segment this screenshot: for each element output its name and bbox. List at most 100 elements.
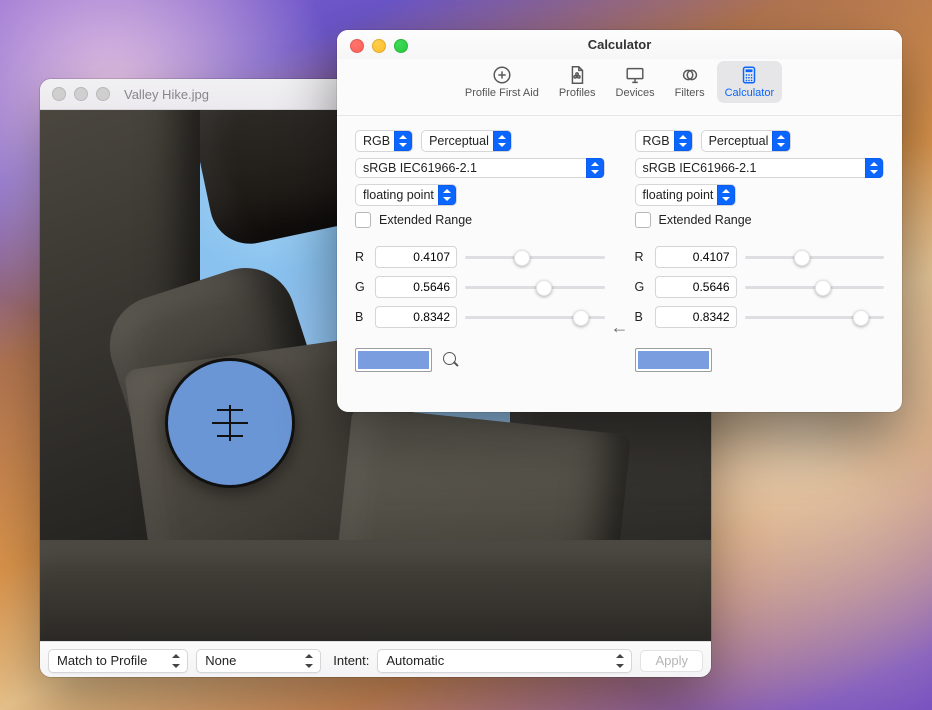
intent-popup[interactable]: Automatic (377, 649, 632, 673)
right-number-format-popup[interactable]: floating point (635, 184, 737, 206)
right-channel-slider[interactable] (745, 278, 885, 296)
slider-knob[interactable] (514, 250, 530, 266)
left-channel-value-field[interactable] (375, 306, 457, 328)
left-render-intent-label: Perceptual (429, 134, 489, 148)
slider-knob[interactable] (794, 250, 810, 266)
right-extended-range-checkbox[interactable] (635, 212, 651, 228)
right-render-intent-label: Perceptual (709, 134, 769, 148)
right-channel-row: R (635, 246, 885, 268)
right-render-intent-popup[interactable]: Perceptual (701, 130, 792, 152)
left-color-model-label: RGB (363, 134, 390, 148)
right-channel-slider[interactable] (745, 248, 885, 266)
right-channel-name: B (635, 310, 647, 324)
popup-caret-icon (772, 131, 790, 151)
apply-button[interactable]: Apply (640, 650, 703, 672)
popup-caret-icon (717, 185, 735, 205)
minimize-icon[interactable] (372, 39, 386, 53)
conversion-direction[interactable]: ← (605, 130, 635, 372)
overlap-icon (677, 63, 703, 87)
zoom-icon[interactable] (394, 39, 408, 53)
right-channel-value-field[interactable] (655, 306, 737, 328)
right-color-swatch (635, 348, 712, 372)
calculator-icon (736, 63, 762, 87)
updown-icon (613, 652, 627, 670)
right-channel-value-field[interactable] (655, 276, 737, 298)
toolbar-item-label: Profiles (559, 87, 596, 99)
left-channel-name: B (355, 310, 367, 324)
mode-popup-label: Match to Profile (57, 653, 147, 668)
minimize-icon[interactable] (74, 87, 88, 101)
popup-caret-icon (394, 131, 412, 151)
image-viewer-footer: Match to Profile None Intent: Automatic … (40, 641, 711, 677)
toolbar-item-label: Calculator (725, 87, 775, 99)
colorsync-calculator-window: Calculator Profile First Aid Profiles Devi… (337, 30, 902, 412)
left-channel-row: B (355, 306, 605, 328)
arrow-left-icon: ← (611, 317, 629, 338)
calculator-toolbar: Profile First Aid Profiles Devices Filters C… (337, 59, 902, 115)
left-channel-value-field[interactable] (375, 246, 457, 268)
traffic-lights (350, 39, 408, 53)
calculator-body: RGB Perceptual sRGB IEC61966-2.1 floatin… (337, 116, 902, 386)
close-icon[interactable] (350, 39, 364, 53)
left-extended-range-label: Extended Range (379, 213, 472, 227)
slider-knob[interactable] (815, 280, 831, 296)
toolbar-filters[interactable]: Filters (667, 61, 713, 103)
right-channel-value-field[interactable] (655, 246, 737, 268)
right-number-format-label: floating point (643, 188, 714, 202)
right-channel-slider[interactable] (745, 308, 885, 326)
left-channel-slider[interactable] (465, 308, 605, 326)
eyedropper-magnifier-icon[interactable] (442, 351, 460, 369)
traffic-lights-inactive[interactable] (52, 87, 110, 101)
left-number-format-label: floating point (363, 188, 434, 202)
left-channel-slider[interactable] (465, 278, 605, 296)
right-color-panel: RGB Perceptual sRGB IEC61966-2.1 floatin… (635, 130, 885, 372)
toolbar-item-label: Devices (616, 87, 655, 99)
left-channel-row: G (355, 276, 605, 298)
left-channel-value-field[interactable] (375, 276, 457, 298)
slider-knob[interactable] (536, 280, 552, 296)
left-channel-row: R (355, 246, 605, 268)
toolbar-profiles[interactable]: Profiles (551, 61, 604, 103)
right-profile-popup[interactable]: sRGB IEC61966-2.1 (635, 158, 885, 178)
left-render-intent-popup[interactable]: Perceptual (421, 130, 512, 152)
left-number-format-popup[interactable]: floating point (355, 184, 457, 206)
right-color-model-popup[interactable]: RGB (635, 130, 693, 152)
slider-track (465, 286, 605, 289)
toolbar-calculator[interactable]: Calculator (717, 61, 783, 103)
intent-label: Intent: (333, 653, 369, 668)
left-color-swatch (355, 348, 432, 372)
updown-icon (169, 652, 183, 670)
color-sample-loupe[interactable] (165, 358, 295, 488)
left-extended-range-checkbox[interactable] (355, 212, 371, 228)
slider-track (465, 256, 605, 259)
slider-track (745, 256, 885, 259)
popup-caret-icon (438, 185, 456, 205)
zoom-icon[interactable] (96, 87, 110, 101)
left-color-model-popup[interactable]: RGB (355, 130, 413, 152)
left-profile-popup[interactable]: sRGB IEC61966-2.1 (355, 158, 605, 178)
left-channel-slider[interactable] (465, 248, 605, 266)
crosshair-icon (212, 422, 248, 424)
profile-popup[interactable]: None (196, 649, 321, 673)
popup-caret-icon (493, 131, 511, 151)
left-channel-name: R (355, 250, 367, 264)
toolbar-profile-first-aid[interactable]: Profile First Aid (457, 61, 547, 103)
calculator-window-title: Calculator (588, 37, 652, 52)
updown-icon (302, 652, 316, 670)
left-channel-name: G (355, 280, 367, 294)
toolbar-item-label: Filters (675, 87, 705, 99)
close-icon[interactable] (52, 87, 66, 101)
plus-circle-icon (489, 63, 515, 87)
right-channel-name: R (635, 250, 647, 264)
toolbar-devices[interactable]: Devices (608, 61, 663, 103)
calculator-titlebar[interactable]: Calculator (337, 30, 902, 59)
right-channel-row: G (635, 276, 885, 298)
popup-caret-icon (674, 131, 692, 151)
mode-popup[interactable]: Match to Profile (48, 649, 188, 673)
slider-knob[interactable] (853, 310, 869, 326)
right-channel-row: B (635, 306, 885, 328)
right-profile-label: sRGB IEC61966-2.1 (643, 161, 862, 175)
right-color-model-label: RGB (643, 134, 670, 148)
slider-track (745, 286, 885, 289)
slider-knob[interactable] (573, 310, 589, 326)
